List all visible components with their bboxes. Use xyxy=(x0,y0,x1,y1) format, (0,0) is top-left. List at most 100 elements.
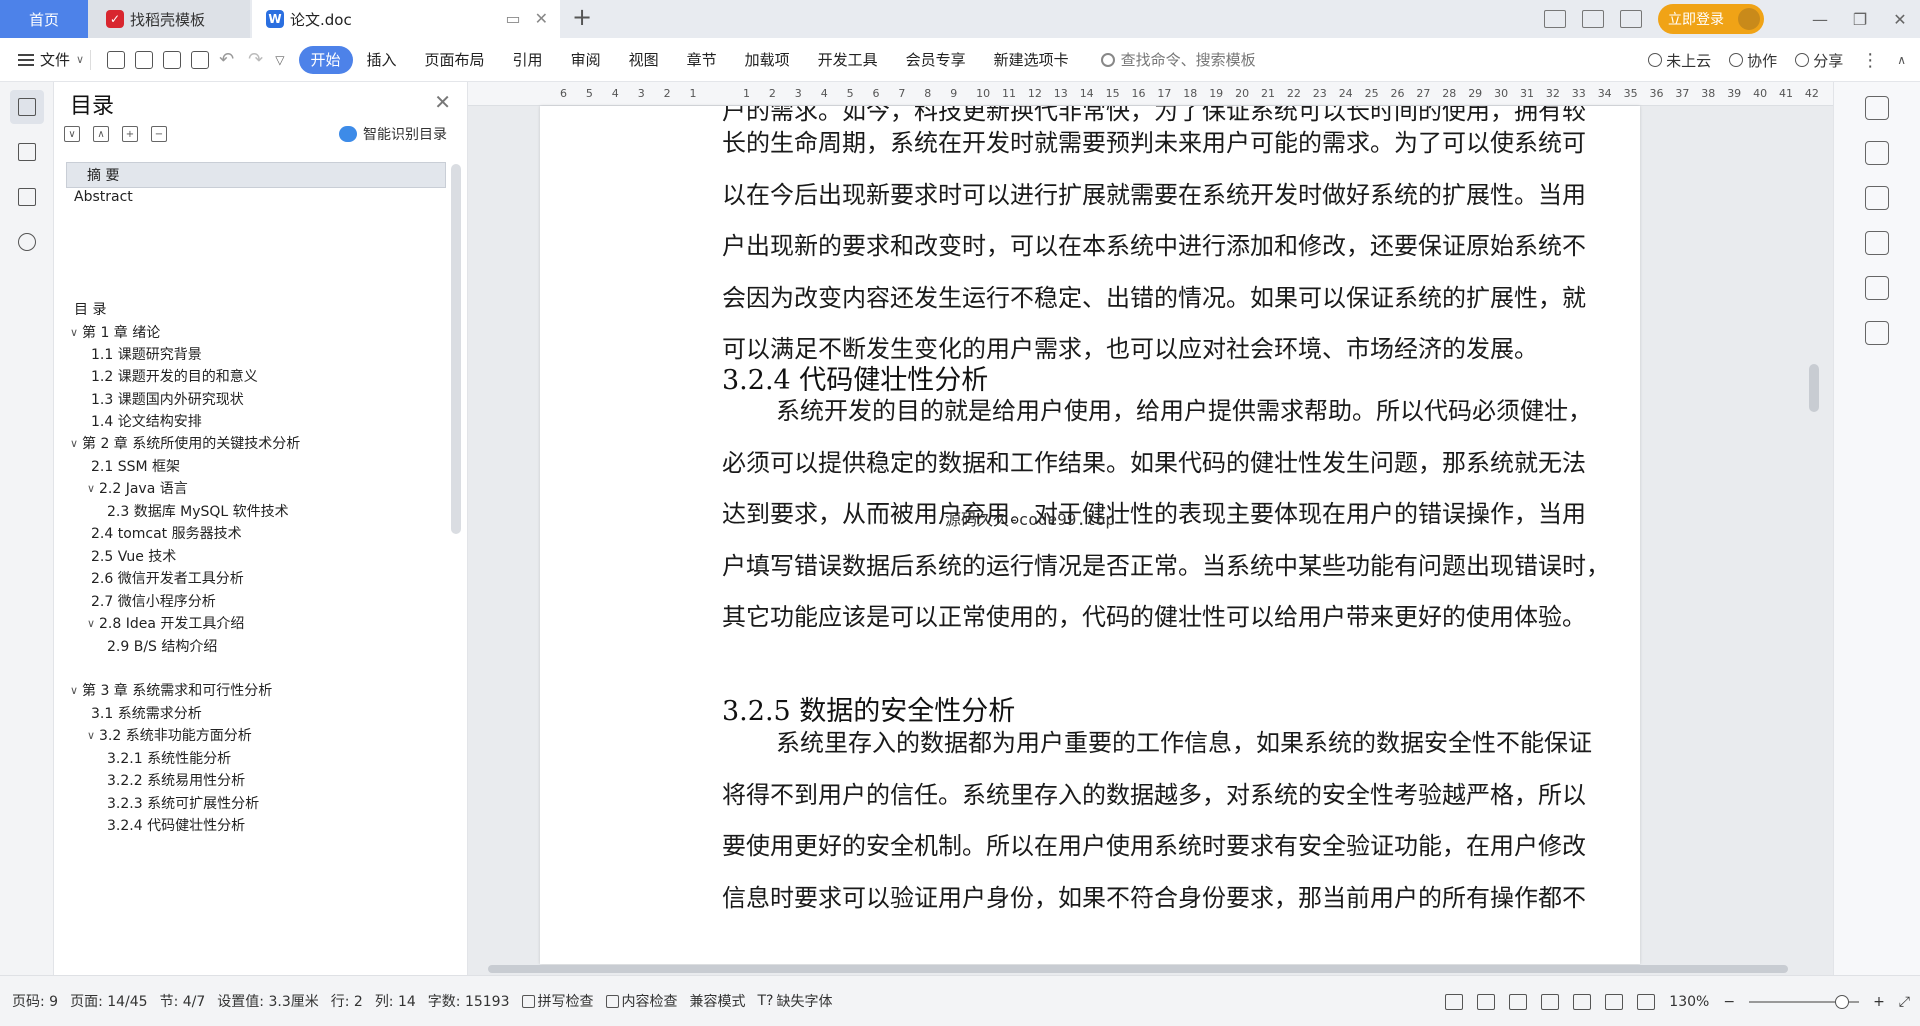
eye-protection-icon[interactable] xyxy=(1445,993,1464,1010)
horizontal-scrollbar[interactable] xyxy=(488,963,1808,975)
outline-view-icon[interactable] xyxy=(1509,993,1528,1010)
ribbon-tab[interactable]: 新建选项卡 xyxy=(980,46,1083,74)
zoom-out-icon[interactable]: − xyxy=(1723,994,1735,1010)
find-nav-button[interactable] xyxy=(10,225,44,259)
tab-daoke-label: 找稻壳模板 xyxy=(130,10,206,29)
toc-item-label: Abstract xyxy=(74,189,133,205)
horizontal-scroll-thumb[interactable] xyxy=(488,965,1788,973)
ribbon-tab[interactable]: 插入 xyxy=(353,46,411,74)
expand-all-icon[interactable]: ∨ xyxy=(64,126,80,142)
write-view-icon[interactable] xyxy=(1605,993,1624,1010)
redo-icon[interactable]: ↷ xyxy=(248,49,263,70)
chevron-down-icon[interactable]: ∨ xyxy=(66,437,82,450)
customize-toolbar-icon[interactable]: ▽ xyxy=(275,53,284,67)
page-view-icon[interactable] xyxy=(1477,993,1496,1010)
login-button[interactable]: 立即登录 xyxy=(1658,4,1764,34)
restore-icon[interactable]: ❐ xyxy=(1840,0,1880,38)
close-icon[interactable]: ✕ xyxy=(434,90,451,114)
minimize-icon[interactable]: — xyxy=(1800,0,1840,38)
toc-item[interactable]: 2.9 B/S 结构介绍 xyxy=(66,633,446,659)
chevron-down-icon[interactable]: ∨ xyxy=(66,684,82,697)
reading-view-icon[interactable] xyxy=(1541,993,1560,1010)
image-icon[interactable] xyxy=(1865,231,1889,255)
ribbon-tab[interactable]: 视图 xyxy=(615,46,673,74)
ribbon-tab[interactable]: 会员专享 xyxy=(892,46,980,74)
bookmark-nav-button[interactable] xyxy=(10,180,44,214)
document-page[interactable]: 户的需求。如今，科技更新换代非常快，为了保证系统可以长时间的使用，拥有较 长的生… xyxy=(540,106,1640,964)
select-pointer-icon[interactable] xyxy=(1865,141,1889,165)
horizontal-ruler[interactable]: 6 5 4 3 2 1 1 2 3 4 5 6 7 8 9 10 11 12 13 14 15 16 17 18 19 20 21 2… xyxy=(468,82,1833,106)
cloud-status-button[interactable]: 未上云 xyxy=(1648,50,1711,71)
toc-scrollbar[interactable] xyxy=(451,164,461,534)
tab-float-icon[interactable]: ▭ xyxy=(505,9,520,28)
collaborate-button[interactable]: 协作 xyxy=(1729,50,1777,71)
tab-home[interactable]: 首页 xyxy=(0,0,88,38)
ruler-number: 13 xyxy=(1053,87,1068,100)
missing-font-label: 缺失字体 xyxy=(776,994,833,1010)
tab-close-icon[interactable]: ✕ xyxy=(535,9,548,28)
vertical-scroll-thumb[interactable] xyxy=(1809,364,1819,412)
fullscreen-icon[interactable]: ⤢ xyxy=(1899,994,1910,1010)
reading-icon[interactable] xyxy=(1865,321,1889,345)
file-menu-button[interactable]: 文件 ∨ xyxy=(0,49,84,70)
zoom-slider-knob[interactable] xyxy=(1835,994,1850,1009)
wps-writer-icon: W xyxy=(266,10,284,28)
undo-icon[interactable]: ↶ xyxy=(219,49,234,70)
tab-daoke-templates[interactable]: ✓ 找稻壳模板 xyxy=(88,0,250,38)
ai-assistant-icon[interactable] xyxy=(1865,276,1889,300)
add-heading-icon[interactable]: + xyxy=(122,126,138,142)
web-view-icon[interactable] xyxy=(1573,993,1592,1010)
fit-page-icon[interactable] xyxy=(1637,993,1656,1010)
checkbox-icon xyxy=(521,994,535,1008)
chevron-down-icon[interactable]: ∨ xyxy=(83,617,99,630)
missing-font-button[interactable]: T? 缺失字体 xyxy=(758,991,833,1011)
ribbon-tab[interactable]: 引用 xyxy=(499,46,557,74)
zoom-slider[interactable] xyxy=(1749,994,1860,1009)
toc-item-label: 2.4 tomcat 服务器技术 xyxy=(91,526,242,542)
vertical-scrollbar[interactable] xyxy=(1807,106,1821,964)
properties-icon[interactable] xyxy=(1865,186,1889,210)
ribbon-tab[interactable]: 开始 xyxy=(298,45,353,74)
apps-grid-icon[interactable] xyxy=(1582,10,1604,28)
export-pdf-icon[interactable] xyxy=(135,50,154,69)
zoom-in-icon[interactable]: + xyxy=(1873,994,1885,1010)
chevron-down-icon[interactable]: ∨ xyxy=(66,326,82,339)
ribbon-tab[interactable]: 页面布局 xyxy=(411,46,499,74)
ribbon-tab[interactable]: 审阅 xyxy=(557,46,615,74)
chevron-down-icon[interactable]: ∨ xyxy=(83,729,99,742)
close-window-icon[interactable]: ✕ xyxy=(1880,0,1920,38)
content-check-button[interactable]: 内容检查 xyxy=(605,991,678,1011)
save-icon[interactable] xyxy=(107,50,126,69)
layout-icon[interactable] xyxy=(1544,10,1566,28)
toc-item-label: 2.6 微信开发者工具分析 xyxy=(91,571,244,587)
spell-check-button[interactable]: 拼写检查 xyxy=(521,991,594,1011)
tab-document[interactable]: W 论文.doc ▭ ✕ xyxy=(252,0,560,38)
status-page[interactable]: 页面: 14/45 xyxy=(70,991,148,1011)
search-icon xyxy=(18,233,36,251)
share-button[interactable]: 分享 xyxy=(1795,50,1843,71)
toc-item[interactable]: Abstract xyxy=(66,184,446,210)
ribbon-tab[interactable]: 章节 xyxy=(673,46,731,74)
document-area: 6 5 4 3 2 1 1 2 3 4 5 6 7 8 9 10 11 12 13 14 15 16 17 18 19 20 21 2… xyxy=(468,82,1833,975)
status-word-count[interactable]: 字数: 15193 xyxy=(428,991,510,1011)
print-icon[interactable] xyxy=(163,50,182,69)
smart-toc-button[interactable]: 智能识别目录 xyxy=(339,124,447,144)
collapse-ribbon-icon[interactable]: ∧ xyxy=(1897,53,1906,67)
toc-item[interactable]: 3.2.4 代码健壮性分析 xyxy=(66,812,446,838)
toc-nav-button[interactable] xyxy=(10,90,44,124)
chapter-nav-button[interactable] xyxy=(10,135,44,169)
ribbon-tab[interactable]: 加载项 xyxy=(731,46,804,74)
ruler-number: 3 xyxy=(794,87,802,100)
smart-toc-label: 智能识别目录 xyxy=(363,127,447,143)
command-search[interactable]: 查找命令、搜索模板 xyxy=(1100,49,1256,70)
pen-icon[interactable] xyxy=(1865,96,1889,120)
print-preview-icon[interactable] xyxy=(191,50,210,69)
collapse-all-icon[interactable]: ∧ xyxy=(93,126,109,142)
zoom-level[interactable]: 130% xyxy=(1669,994,1709,1010)
remove-heading-icon[interactable]: − xyxy=(151,126,167,142)
new-tab-button[interactable]: + xyxy=(572,3,592,31)
more-icon[interactable]: ⋮ xyxy=(1861,50,1879,71)
ribbon-tab[interactable]: 开发工具 xyxy=(804,46,892,74)
chevron-down-icon[interactable]: ∨ xyxy=(83,482,99,495)
skin-icon[interactable] xyxy=(1620,10,1642,28)
